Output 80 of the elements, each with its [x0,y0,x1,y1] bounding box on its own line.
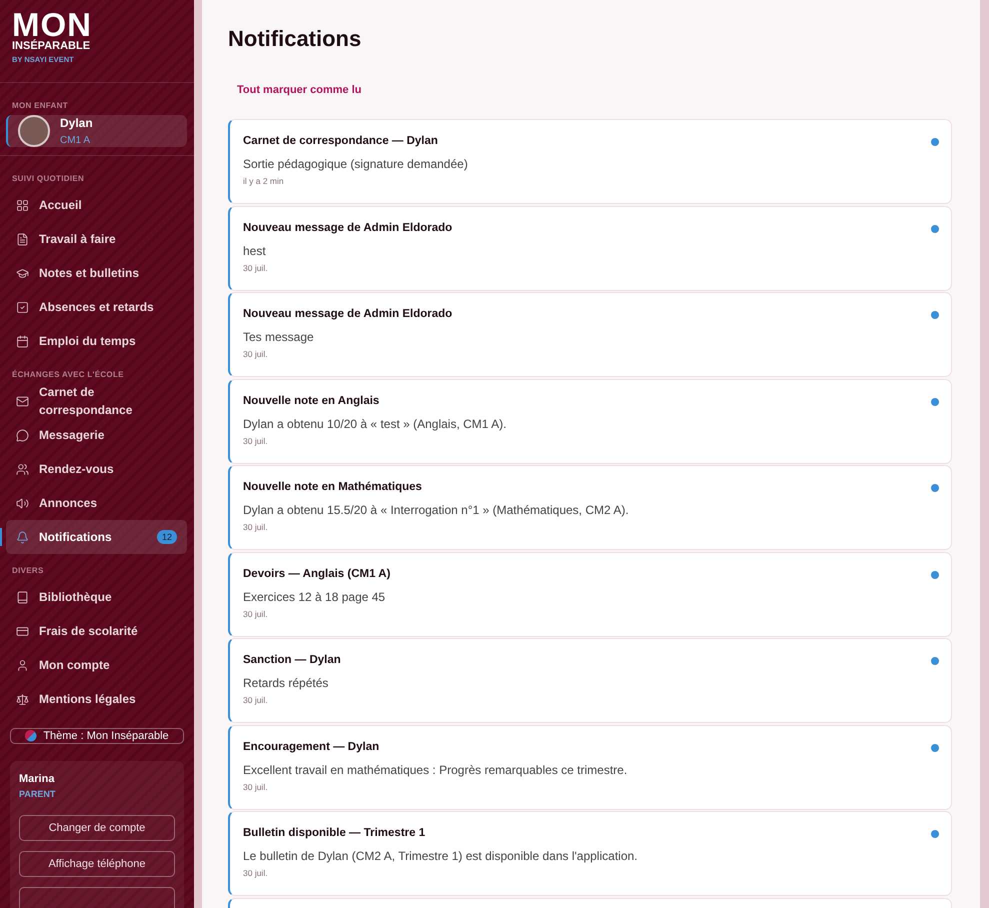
avatar [18,115,50,147]
mail-icon [16,394,29,408]
theme-button[interactable]: Thème : Mon Inséparable [10,728,184,744]
theme-swatch-icon [25,730,38,742]
checkbox-icon [16,300,29,314]
notification-title: Carnet de correspondance — Dylan [243,135,439,147]
section-title: ÉCHANGES AVEC L'ÉCOLE [11,370,125,379]
child-selector[interactable]: Dylan CM1 A [6,115,187,147]
notification-title: Devoirs — Anglais (CM1 A) [243,568,392,580]
notification-title: Nouveau message de Admin Eldorado [243,222,454,234]
notification-time: 30 juil. [243,782,269,792]
notification-time: 30 juil. [243,349,269,359]
grid-icon [16,198,29,212]
account-role: PARENT [19,789,56,799]
unread-dot [931,657,939,665]
notification-text: Retards répétés [243,676,330,690]
notification-card[interactable]: Nouvelle note en Anglais Dylan a obtenu 10/20 à « test » (Anglais, CM1 A). 30 juil. [228,378,952,464]
notification-text: Sortie pédagogique (signature demandée) [243,157,469,171]
unread-dot [931,398,939,406]
document-icon [16,232,29,246]
notification-card[interactable]: Encouragement — Dylan Excellent travail en mathématiques : Progrès remarquables ce trimestre. 30 juil. [228,724,952,810]
notification-text: hest [243,244,267,258]
notification-time: 30 juil. [243,868,269,878]
notification-card[interactable]: Carnet de correspondance — Dylan Sortie pédagogique (signature demandée) il y a 2 min [228,119,952,204]
unread-dot [931,484,939,492]
scrollbar[interactable] [194,0,202,908]
notification-text: Dylan a obtenu 10/20 à « test » (Anglais, CM1 A). [243,416,508,430]
notification-text: Exercices 12 à 18 page 45 [243,590,386,604]
child-name: Dylan [60,116,93,130]
notification-time: 30 juil. [243,695,269,705]
notification-card[interactable]: Devoirs — Anglais (CM1 A) Exercices 12 à 18 page 45 30 juil. [228,552,952,636]
notification-text: Excellent travail en mathématiques : Progrès remarquables ce trimestre. [243,762,628,776]
notification-text: Tes message [243,330,315,344]
section-title: SUIVI QUOTIDIEN [11,174,86,183]
page-title: Notifications [228,26,362,52]
notification-card[interactable]: Nouveau message de Admin Eldorado Tes message 30 juil. [228,292,952,377]
unread-dot [931,570,939,578]
notification-card[interactable]: Nouvelle note en Mathématiques Dylan a obtenu 15.5/20 à « Interrogation n°1 » (Mathématiques, CM2 A). 30 juil. [228,465,952,550]
notification-card[interactable]: Nouveau message de Admin Eldorado hest 30 juil. [228,206,952,290]
unread-dot [931,224,939,232]
account-button[interactable]: Changer de compte [19,815,175,841]
notification-title: Bulletin disponible — Trimestre 1 [243,827,426,839]
bell-icon [16,530,29,544]
count-badge: 12 [156,530,177,544]
notification-title: Nouvelle note en Mathématiques [243,481,423,493]
notification-time: 30 juil. [243,436,269,446]
credit-card-icon [16,624,29,638]
notification-time: il y a 2 min [243,176,285,186]
scrollbar[interactable] [980,0,989,908]
brand-subtitle: INSÉPARABLE [12,40,92,52]
account-button[interactable]: Affichage téléphone [19,851,175,877]
person-icon [16,658,29,672]
brand-name: MON [12,10,93,40]
notification-time: 30 juil. [243,608,269,618]
notification-time: 30 juil. [243,522,269,532]
section-title: MON ENFANT [11,101,69,110]
notification-title: Sanction — Dylan [243,654,342,666]
unread-dot [931,138,939,146]
speaker-icon [16,496,29,510]
notification-title: Encouragement — Dylan [243,740,380,752]
book-icon [16,590,29,604]
unread-dot [931,311,939,319]
notification-text: Le bulletin de Dylan (CM2 A, Trimestre 1) est disponible dans l'application. [243,849,638,863]
notification-time: 30 juil. [243,262,269,272]
people-icon [16,462,29,476]
unread-dot [931,830,939,838]
notification-card[interactable]: Sanction — Dylan Retards répétés 30 juil. [228,638,952,723]
scale-icon [16,692,29,706]
notification-card[interactable]: Bulletin disponible — Trimestre 1 Le bulletin de Dylan (CM2 A, Trimestre 1) est disponible dans l'application. 30 juil. [228,811,952,896]
notification-text: Dylan a obtenu 15.5/20 à « Interrogation n°1 » (Mathématiques, CM2 A). [243,503,630,517]
graduation-cap-icon [16,266,29,280]
child-class: CM1 A [60,135,92,146]
notification-title: Nouveau message de Admin Eldorado [243,308,454,320]
account-name: Marina [19,773,56,785]
calendar-icon [16,334,29,348]
chat-bubble-icon [16,428,29,442]
notification-title: Nouvelle note en Anglais [243,394,380,406]
section-title: DIVERS [11,566,45,575]
unread-dot [931,744,939,752]
mark-all-read-link[interactable]: Tout marquer comme lu [237,84,362,96]
